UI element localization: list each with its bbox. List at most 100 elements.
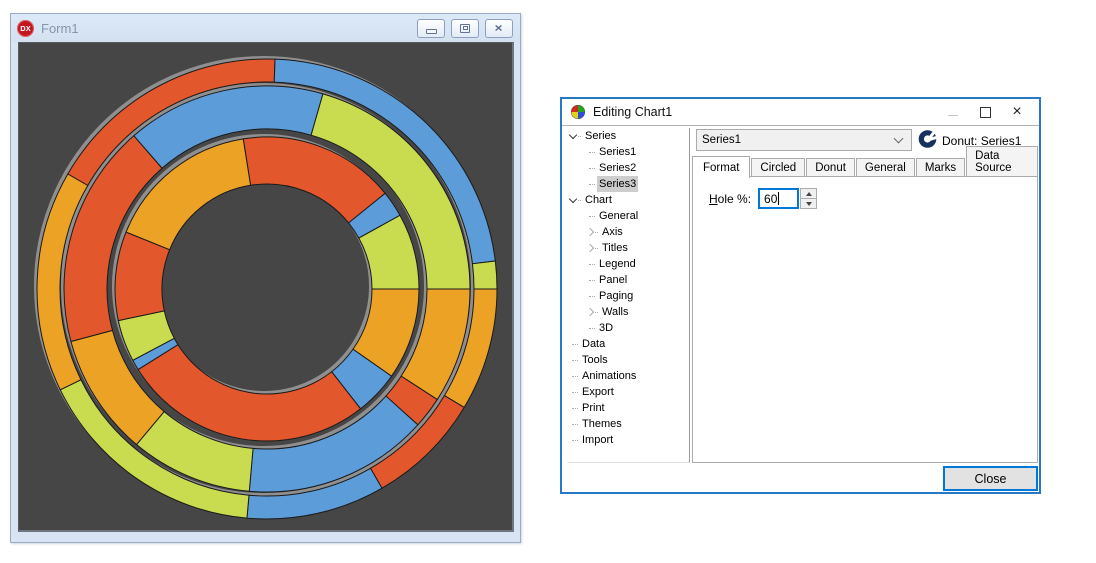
spinner-up-button[interactable] xyxy=(800,188,817,198)
tree-connector xyxy=(572,440,578,441)
tree-connector xyxy=(572,392,578,393)
close-button[interactable]: × xyxy=(485,19,513,38)
tree-connector xyxy=(595,312,598,313)
maximize-icon xyxy=(980,107,991,118)
spinner-down-button[interactable] xyxy=(800,198,817,209)
tree-item-titles[interactable]: Titles xyxy=(567,240,689,256)
hole-percent-label: Hole %: xyxy=(709,192,751,206)
tree-item-animations[interactable]: Animations xyxy=(567,368,689,384)
tree-item-series2[interactable]: Series2 xyxy=(567,160,689,176)
tree-item-import[interactable]: Import xyxy=(567,432,689,448)
tree-item-walls[interactable]: Walls xyxy=(567,304,689,320)
editor-window-controls: × xyxy=(937,102,1033,122)
tree-connector xyxy=(572,344,578,345)
tree-item-label: Tools xyxy=(580,352,610,368)
tree-item-label: Data xyxy=(580,336,607,352)
tree-item-3d[interactable]: 3D xyxy=(567,320,689,336)
form1-window: DX Form1 × xyxy=(10,13,521,543)
pie-chart-icon xyxy=(571,105,585,119)
tree-connector xyxy=(589,168,595,169)
hole-label-mnemonic: H xyxy=(709,192,718,206)
close-button[interactable]: Close xyxy=(943,466,1038,491)
donut-series-icon xyxy=(918,129,937,148)
tree-item-label: Panel xyxy=(597,272,629,288)
series-select-value: Series1 xyxy=(697,134,895,146)
dx-logo-icon: DX xyxy=(17,20,34,37)
maximize-button[interactable] xyxy=(451,19,479,38)
tree-connector xyxy=(578,136,581,137)
chevron-right-icon[interactable] xyxy=(586,244,594,252)
tree-item-label: Chart xyxy=(583,192,614,208)
tree-connector xyxy=(595,248,598,249)
chevron-right-icon[interactable] xyxy=(586,228,594,236)
tree-item-label: Series2 xyxy=(597,160,638,176)
tree-item-tools[interactable]: Tools xyxy=(567,352,689,368)
tree-item-series[interactable]: Series xyxy=(567,128,689,144)
tree-connector xyxy=(595,232,598,233)
chevron-down-icon xyxy=(894,134,904,144)
tab-data-source[interactable]: Data Source xyxy=(966,146,1038,177)
tree-item-series1[interactable]: Series1 xyxy=(567,144,689,160)
tree-connector xyxy=(572,424,578,425)
maximize-button[interactable] xyxy=(969,102,1001,122)
chart-panel xyxy=(18,42,514,532)
minimize-icon xyxy=(948,115,958,116)
hole-percent-spinner xyxy=(800,188,817,209)
tree-item-label: Axis xyxy=(600,224,625,240)
tree-item-panel[interactable]: Panel xyxy=(567,272,689,288)
arrow-up-icon xyxy=(806,192,812,196)
tree-item-print[interactable]: Print xyxy=(567,400,689,416)
tree-item-label: Print xyxy=(580,400,607,416)
format-tab-page: Hole %: 60 xyxy=(692,176,1038,463)
tab-general[interactable]: General xyxy=(856,158,915,177)
tab-marks[interactable]: Marks xyxy=(916,158,965,177)
tree-item-label: Series xyxy=(583,128,618,144)
tree-item-label: Export xyxy=(580,384,616,400)
editor-dialog-title: Editing Chart1 xyxy=(593,105,937,119)
tree-connector xyxy=(572,376,578,377)
tree-item-label: Walls xyxy=(600,304,630,320)
donut-segment-series1-green xyxy=(472,261,497,289)
tree-connector xyxy=(589,152,595,153)
tree-item-series3[interactable]: Series3 xyxy=(567,176,689,192)
tree-item-label: Animations xyxy=(580,368,638,384)
tree-item-label: Legend xyxy=(597,256,638,272)
tab-format[interactable]: Format xyxy=(692,156,750,178)
tree-item-label: General xyxy=(597,208,640,224)
tree-item-data[interactable]: Data xyxy=(567,336,689,352)
tree-connector xyxy=(578,200,581,201)
hole-percent-row: Hole %: 60 xyxy=(709,188,817,209)
editor-titlebar[interactable]: Editing Chart1 × xyxy=(562,99,1039,126)
form1-window-title: Form1 xyxy=(41,21,411,36)
tree-item-axis[interactable]: Axis xyxy=(567,224,689,240)
tree-connector xyxy=(589,264,595,265)
tree-connector xyxy=(589,296,595,297)
tab-donut[interactable]: Donut xyxy=(806,158,855,177)
close-button[interactable]: × xyxy=(1001,102,1033,122)
editor-tabs: FormatCircledDonutGeneralMarksData Sourc… xyxy=(692,155,1039,177)
chevron-down-icon[interactable] xyxy=(569,130,577,138)
donut-chart xyxy=(19,43,511,529)
tree-item-label: Series3 xyxy=(597,176,638,192)
hole-label-rest: ole %: xyxy=(718,192,751,206)
hole-percent-input[interactable]: 60 xyxy=(758,188,799,209)
tree-item-label: Titles xyxy=(600,240,630,256)
editor-tree: SeriesSeries1Series2Series3ChartGeneralA… xyxy=(567,128,690,463)
series-select-dropdown[interactable]: Series1 xyxy=(696,129,912,151)
tree-connector xyxy=(589,328,595,329)
form1-titlebar[interactable]: DX Form1 × xyxy=(11,14,520,42)
chevron-down-icon[interactable] xyxy=(569,194,577,202)
tree-item-paging[interactable]: Paging xyxy=(567,288,689,304)
tree-item-themes[interactable]: Themes xyxy=(567,416,689,432)
tree-item-legend[interactable]: Legend xyxy=(567,256,689,272)
maximize-icon xyxy=(460,24,470,33)
tab-circled[interactable]: Circled xyxy=(751,158,805,177)
chevron-right-icon[interactable] xyxy=(586,308,594,316)
minimize-button[interactable] xyxy=(417,19,445,38)
hole-percent-value: 60 xyxy=(764,192,777,206)
tree-item-general[interactable]: General xyxy=(567,208,689,224)
tree-item-export[interactable]: Export xyxy=(567,384,689,400)
tree-item-chart[interactable]: Chart xyxy=(567,192,689,208)
minimize-button[interactable] xyxy=(937,102,969,122)
tree-connector xyxy=(589,280,595,281)
